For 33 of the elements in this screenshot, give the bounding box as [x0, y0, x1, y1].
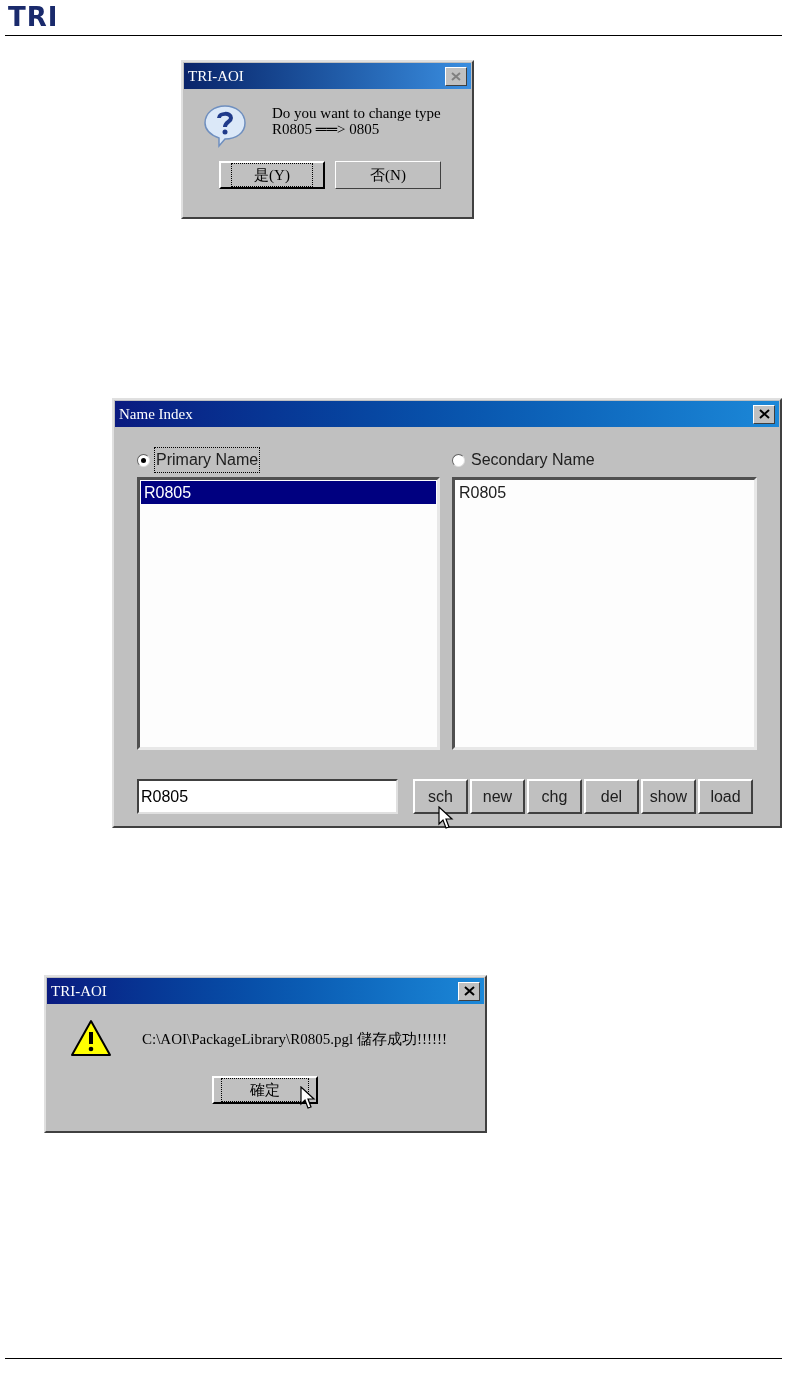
dialog-button[interactable]: 是(Y) [219, 161, 325, 189]
toolbar-button[interactable]: show [641, 779, 696, 814]
toolbar-button[interactable]: new [470, 779, 525, 814]
message-text: Do you want to change type R0805 ══> 0805 [272, 104, 441, 137]
list-box[interactable]: R0805 [452, 477, 757, 750]
message-text: C:\AOI\PackageLibrary\R0805.pgl 儲存成功!!!!!! [142, 1029, 447, 1049]
dialog-button[interactable]: 否(N) [335, 161, 441, 189]
toolbar-button[interactable]: load [698, 779, 753, 814]
close-button[interactable] [753, 404, 775, 424]
close-button[interactable] [445, 66, 467, 86]
window-title: TRI-AOI [188, 66, 244, 86]
list-item[interactable]: R0805 [456, 481, 753, 504]
cursor-icon [300, 1086, 316, 1110]
radio-button[interactable] [452, 453, 465, 467]
window-title: Name Index [119, 404, 193, 424]
list-item[interactable]: R0805 [141, 481, 436, 504]
radio-button[interactable] [137, 453, 150, 467]
ok-button[interactable]: 確定 [212, 1076, 318, 1104]
question-icon [202, 103, 248, 149]
close-icon [758, 409, 770, 419]
toolbar-button[interactable]: sch [413, 779, 468, 814]
logo: TRI [8, 2, 59, 32]
toolbar-button[interactable]: chg [527, 779, 582, 814]
radio-label[interactable]: Primary Name [154, 447, 261, 473]
close-icon [463, 986, 475, 996]
name-input-field[interactable]: R0805 [137, 779, 398, 814]
window-title: TRI-AOI [51, 981, 107, 1001]
radio-label[interactable]: Secondary Name [469, 447, 597, 473]
cursor-icon [438, 806, 454, 830]
toolbar-button[interactable]: del [584, 779, 639, 814]
close-button[interactable] [458, 981, 480, 1001]
list-box[interactable]: R0805 [137, 477, 440, 750]
close-icon [451, 71, 461, 81]
